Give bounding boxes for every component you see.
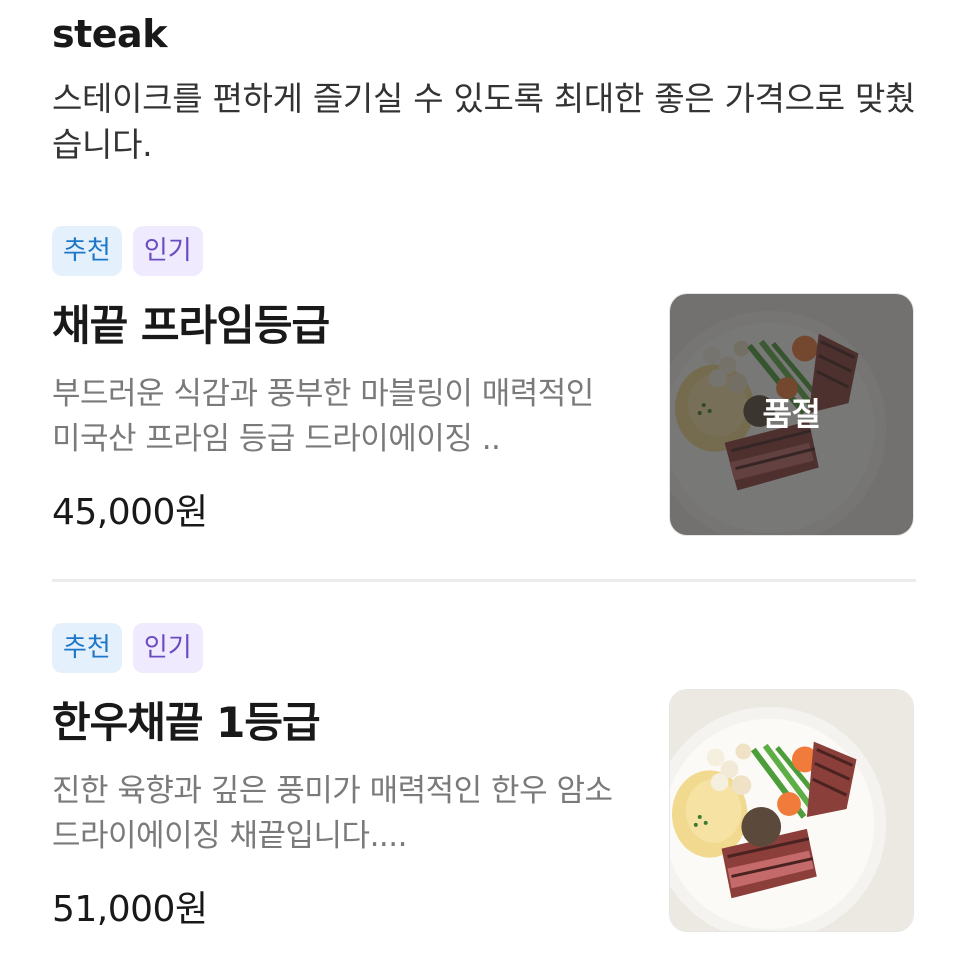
menu-item-name: 채끝 프라임등급 xyxy=(52,301,330,350)
recommend-badge: 추천 xyxy=(52,623,122,673)
menu-item-price: 45,000원 xyxy=(52,492,208,533)
popular-badge: 인기 xyxy=(132,226,203,276)
menu-item-description: 부드러운 식감과 풍부한 마블링이 매력적인 미국산 프라임 등급 드라이에이징… xyxy=(52,376,594,457)
menu-item-image[interactable]: 품절 xyxy=(669,293,914,536)
badge-group: 추천 인기 xyxy=(52,226,203,276)
menu-item-price: 51,000원 xyxy=(52,889,208,930)
badge-group: 추천 인기 xyxy=(52,623,203,673)
section-description: 스테이크를 편하게 즐기실 수 있도록 최대한 좋은 가격으로 맞췄습니다. xyxy=(52,79,916,164)
menu-item-description: 진한 육향과 깊은 풍미가 매력적인 한우 암소 드라이에이징 채끝입니다...… xyxy=(52,773,613,854)
steak-plate-image xyxy=(670,690,913,931)
sold-out-label: 품절 xyxy=(762,394,821,433)
menu-item-image[interactable] xyxy=(669,689,914,932)
popular-badge: 인기 xyxy=(132,623,203,673)
item-divider xyxy=(52,579,916,582)
menu-item-name: 한우채끝 1등급 xyxy=(52,698,321,747)
recommend-badge: 추천 xyxy=(52,226,122,276)
section-title: steak xyxy=(52,12,167,56)
sold-out-overlay: 품절 xyxy=(670,294,913,535)
